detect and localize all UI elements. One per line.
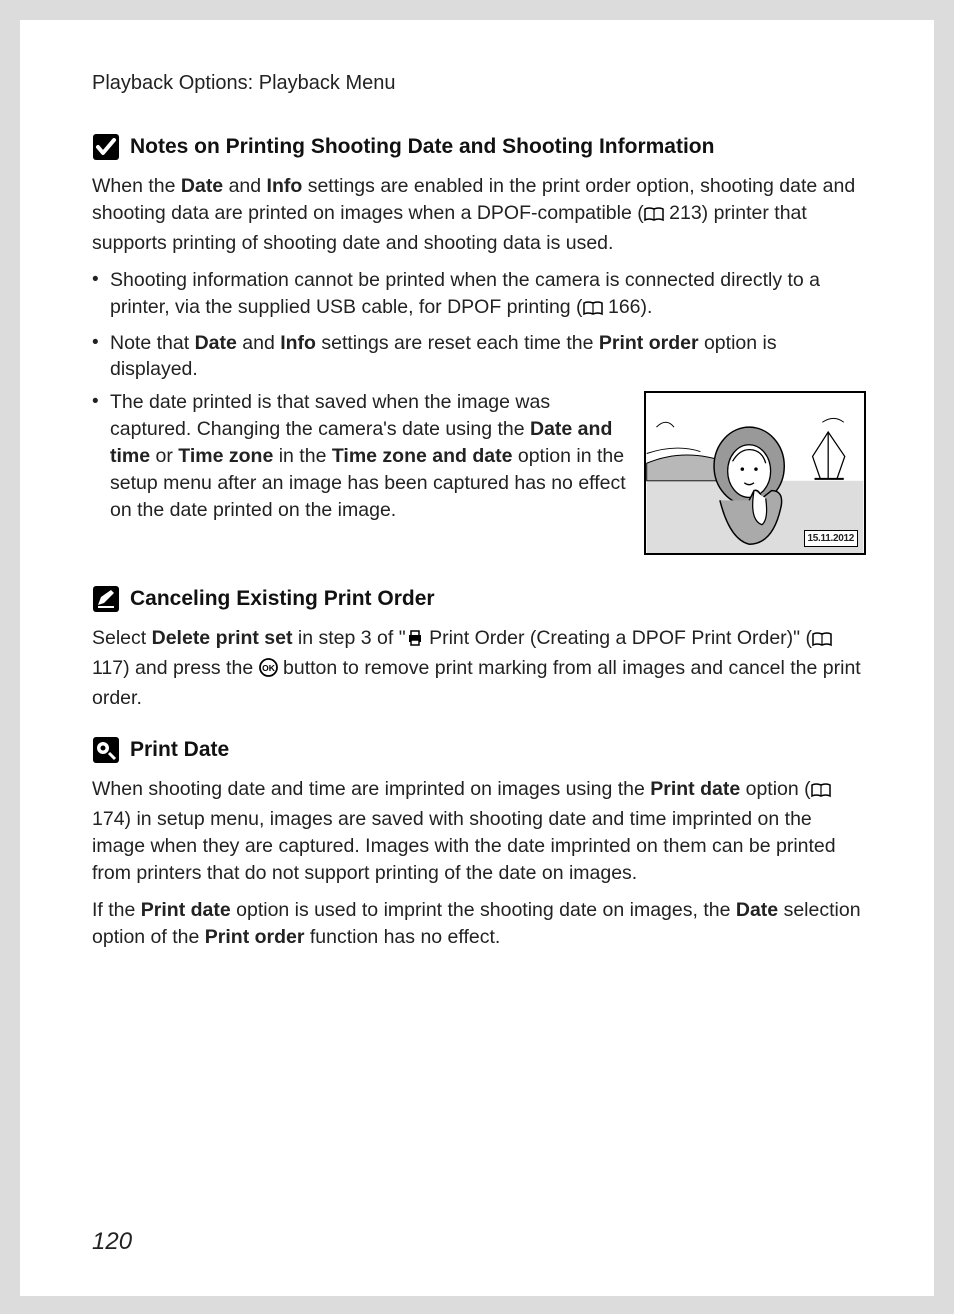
- intro-paragraph: When the Date and Info settings are enab…: [92, 173, 866, 257]
- manual-page: Playback Options: Playback Menu Notes on…: [20, 20, 934, 1296]
- book-icon: [812, 628, 832, 655]
- list-item: Note that Date and Info settings are res…: [92, 330, 866, 384]
- print-date-paragraph-2: If the Print date option is used to impr…: [92, 897, 866, 951]
- notes-list: Shooting information cannot be printed w…: [92, 267, 866, 556]
- illustration-photo-datestamp: 15.11.2012: [644, 391, 866, 555]
- book-icon: [583, 297, 603, 324]
- section-cancel-heading: Canceling Existing Print Order: [92, 585, 866, 613]
- print-set-icon: [406, 628, 424, 655]
- section-title: Print Date: [130, 738, 229, 762]
- pencil-note-icon: [92, 585, 120, 613]
- page-header: Playback Options: Playback Menu: [92, 72, 866, 95]
- section-notes-heading: Notes on Printing Shooting Date and Shoo…: [92, 133, 866, 161]
- list-item: The date printed is that saved when the …: [92, 389, 866, 555]
- ok-button-icon: OK: [259, 658, 278, 685]
- page-number: 120: [92, 1228, 132, 1256]
- book-icon: [811, 779, 831, 806]
- svg-text:OK: OK: [262, 663, 276, 673]
- book-icon: [644, 203, 664, 230]
- cancel-paragraph: Select Delete print set in step 3 of " P…: [92, 625, 866, 712]
- info-setup-icon: [92, 736, 120, 764]
- print-date-paragraph-1: When shooting date and time are imprinte…: [92, 776, 866, 887]
- list-item: Shooting information cannot be printed w…: [92, 267, 866, 324]
- caution-check-icon: [92, 133, 120, 161]
- section-print-date-heading: Print Date: [92, 736, 866, 764]
- illustration-date-stamp: 15.11.2012: [804, 530, 859, 548]
- section-title: Canceling Existing Print Order: [130, 587, 435, 611]
- section-title: Notes on Printing Shooting Date and Shoo…: [130, 135, 714, 159]
